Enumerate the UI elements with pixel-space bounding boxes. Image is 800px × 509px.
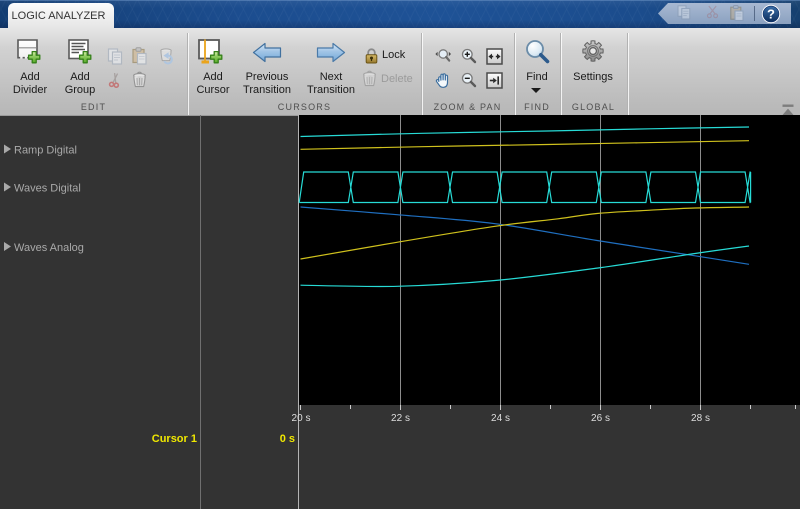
- svg-text:24 s: 24 s: [491, 413, 510, 424]
- svg-text:Waves Analog: Waves Analog: [14, 242, 84, 254]
- svg-text:?: ?: [767, 6, 775, 21]
- svg-text:22 s: 22 s: [391, 413, 410, 424]
- svg-text:28 s: 28 s: [691, 413, 710, 424]
- svg-text:26 s: 26 s: [591, 413, 610, 424]
- svg-text:20 s: 20 s: [292, 413, 311, 424]
- svg-text:Ramp Digital: Ramp Digital: [14, 145, 77, 157]
- svg-text:Cursor 1: Cursor 1: [152, 433, 197, 445]
- svg-text:Waves Digital: Waves Digital: [14, 183, 81, 195]
- svg-text:0 s: 0 s: [280, 433, 295, 445]
